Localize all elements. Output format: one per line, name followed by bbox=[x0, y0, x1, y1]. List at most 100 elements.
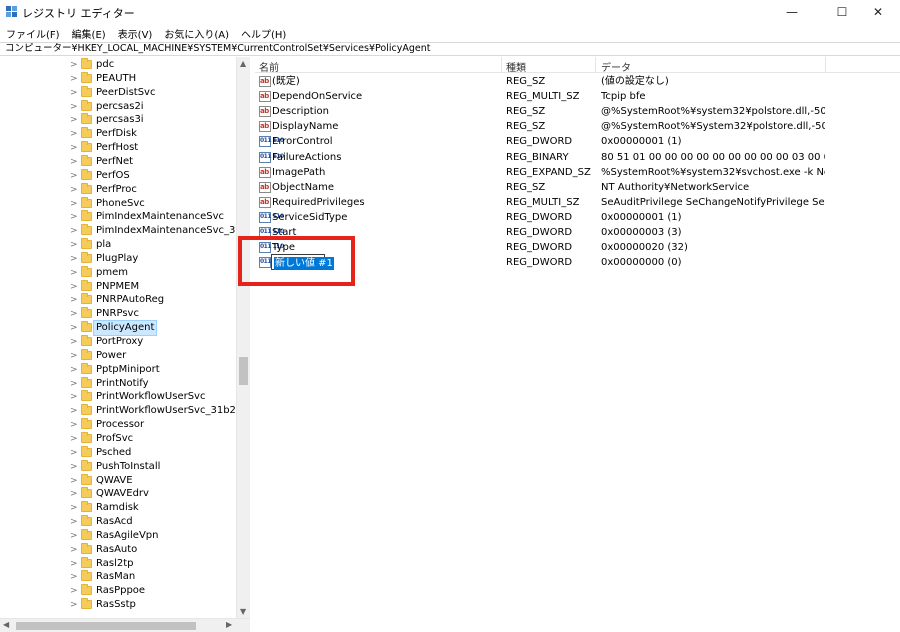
scroll-up-icon[interactable]: ▲ bbox=[240, 59, 246, 68]
chevron-right-icon[interactable]: > bbox=[70, 515, 78, 529]
value-row[interactable]: ab Description REG_SZ @%SystemRoot%¥system3… bbox=[255, 104, 900, 119]
tree-item[interactable]: > RasSstp bbox=[0, 598, 236, 612]
value-row[interactable]: ab RequiredPrivileges REG_MULTI_SZ SeAuditP… bbox=[255, 195, 900, 210]
column-divider[interactable] bbox=[595, 57, 596, 73]
tree-item[interactable]: > RasAuto bbox=[0, 542, 236, 557]
chevron-right-icon[interactable]: > bbox=[70, 280, 78, 294]
tree-item[interactable]: > PimIndexMaintenanceSvc_31b2b bbox=[0, 224, 249, 238]
chevron-right-icon[interactable]: > bbox=[70, 72, 78, 86]
tree-item[interactable]: > PrintNotify bbox=[0, 376, 236, 391]
tree-item[interactable]: > PeerDistSvc bbox=[0, 85, 236, 100]
tree-item[interactable]: > percsas3i bbox=[0, 113, 236, 127]
chevron-right-icon[interactable]: > bbox=[70, 169, 78, 183]
chevron-right-icon[interactable]: > bbox=[70, 487, 78, 501]
tree-item[interactable]: > QWAVE bbox=[0, 473, 236, 488]
scroll-right-icon[interactable]: ▶ bbox=[226, 620, 232, 629]
tree-item[interactable]: > PEAUTH bbox=[0, 71, 236, 86]
address-bar[interactable]: コンピューター¥HKEY_LOCAL_MACHINE¥SYSTEM¥Curren… bbox=[0, 42, 900, 56]
tree-item-selected[interactable]: > PolicyAgent bbox=[0, 320, 236, 337]
tree-item[interactable]: > RasMan bbox=[0, 570, 236, 584]
chevron-right-icon[interactable]: > bbox=[70, 307, 78, 321]
chevron-right-icon[interactable]: > bbox=[70, 349, 78, 363]
menu-favorites[interactable]: お気に入り(A) bbox=[164, 26, 229, 41]
chevron-right-icon[interactable]: > bbox=[70, 183, 78, 197]
tree-item[interactable]: > PortProxy bbox=[0, 335, 236, 349]
scroll-down-icon[interactable]: ▼ bbox=[240, 607, 246, 616]
chevron-right-icon[interactable]: > bbox=[70, 543, 78, 557]
tree-item[interactable]: > PrintWorkflowUserSvc bbox=[0, 390, 236, 404]
tree-item[interactable]: > PerfHost bbox=[0, 141, 236, 155]
tree-item[interactable]: > pla bbox=[0, 238, 236, 252]
column-divider[interactable] bbox=[501, 57, 502, 73]
chevron-right-icon[interactable]: > bbox=[70, 224, 78, 238]
chevron-right-icon[interactable]: > bbox=[70, 529, 78, 543]
value-row[interactable]: ab DependOnService REG_MULTI_SZ Tcpip bfe bbox=[255, 89, 900, 104]
tree-horizontal-scrollbar[interactable]: ◀ ▶ bbox=[0, 618, 250, 632]
chevron-right-icon[interactable]: > bbox=[70, 377, 78, 391]
column-divider[interactable] bbox=[825, 57, 826, 73]
tree-item[interactable]: > PimIndexMaintenanceSvc bbox=[0, 210, 236, 224]
chevron-right-icon[interactable]: > bbox=[70, 404, 78, 418]
chevron-right-icon[interactable]: > bbox=[70, 141, 78, 155]
minimize-button[interactable]: — bbox=[770, 0, 814, 24]
tree-item[interactable]: > Power bbox=[0, 348, 236, 363]
tree-item[interactable]: > Processor bbox=[0, 418, 236, 432]
chevron-right-icon[interactable]: > bbox=[70, 598, 78, 612]
tree-item[interactable]: > pmem bbox=[0, 265, 236, 280]
tree-item[interactable]: > PrintWorkflowUserSvc_31b2b bbox=[0, 404, 242, 418]
scroll-thumb[interactable] bbox=[239, 357, 248, 385]
chevron-right-icon[interactable]: > bbox=[70, 113, 78, 127]
tree-item[interactable]: > PNRPsvc bbox=[0, 307, 236, 321]
chevron-right-icon[interactable]: > bbox=[70, 58, 78, 72]
column-type[interactable]: 種類 bbox=[506, 59, 526, 74]
tree-item[interactable]: > PptpMiniport bbox=[0, 362, 236, 377]
chevron-right-icon[interactable]: > bbox=[70, 363, 78, 377]
value-row[interactable]: 011 110 ErrorControl REG_DWORD 0x00000001 (… bbox=[255, 134, 900, 149]
chevron-right-icon[interactable]: > bbox=[70, 252, 78, 266]
chevron-right-icon[interactable]: > bbox=[70, 321, 78, 335]
chevron-right-icon[interactable]: > bbox=[70, 293, 78, 307]
tree-item[interactable]: > PerfDisk bbox=[0, 127, 236, 141]
column-name[interactable]: 名前 bbox=[259, 59, 279, 74]
chevron-right-icon[interactable]: > bbox=[70, 584, 78, 598]
value-row[interactable]: 011 110 ServiceSidType REG_DWORD 0x00000001… bbox=[255, 210, 900, 225]
value-row[interactable]: ab DisplayName REG_SZ @%SystemRoot%¥System3… bbox=[255, 119, 900, 134]
close-button[interactable]: ✕ bbox=[856, 0, 900, 24]
chevron-right-icon[interactable]: > bbox=[70, 390, 78, 404]
chevron-right-icon[interactable]: > bbox=[70, 501, 78, 515]
tree-item[interactable]: > percsas2i bbox=[0, 99, 236, 114]
tree-item[interactable]: > Ramdisk bbox=[0, 501, 236, 515]
tree-item[interactable]: > RasPppoe bbox=[0, 584, 236, 598]
chevron-right-icon[interactable]: > bbox=[70, 210, 78, 224]
chevron-right-icon[interactable]: > bbox=[70, 474, 78, 488]
tree-item[interactable]: > PlugPlay bbox=[0, 251, 236, 266]
tree-item[interactable]: > PerfOS bbox=[0, 168, 236, 183]
value-row[interactable]: ab ImagePath REG_EXPAND_SZ %SystemRoot%¥sys… bbox=[255, 165, 900, 180]
tree-item[interactable]: > PhoneSvc bbox=[0, 196, 236, 211]
tree-item[interactable]: > PerfNet bbox=[0, 154, 236, 169]
tree-item[interactable]: > QWAVEdrv bbox=[0, 487, 236, 501]
tree-item[interactable]: > Rasl2tp bbox=[0, 556, 236, 571]
column-data[interactable]: データ bbox=[601, 59, 631, 74]
chevron-right-icon[interactable]: > bbox=[70, 100, 78, 114]
menu-edit[interactable]: 編集(E) bbox=[72, 26, 106, 41]
chevron-right-icon[interactable]: > bbox=[70, 418, 78, 432]
scroll-left-icon[interactable]: ◀ bbox=[3, 620, 9, 629]
tree-item[interactable]: > pdc bbox=[0, 58, 236, 72]
tree-item[interactable]: > RasAcd bbox=[0, 515, 236, 529]
chevron-right-icon[interactable]: > bbox=[70, 460, 78, 474]
chevron-right-icon[interactable]: > bbox=[70, 557, 78, 571]
chevron-right-icon[interactable]: > bbox=[70, 238, 78, 252]
chevron-right-icon[interactable]: > bbox=[70, 570, 78, 584]
chevron-right-icon[interactable]: > bbox=[70, 446, 78, 460]
chevron-right-icon[interactable]: > bbox=[70, 86, 78, 100]
chevron-right-icon[interactable]: > bbox=[70, 266, 78, 280]
tree-item[interactable]: > PushToInstall bbox=[0, 459, 236, 474]
tree-item[interactable]: > Psched bbox=[0, 445, 236, 460]
chevron-right-icon[interactable]: > bbox=[70, 197, 78, 211]
chevron-right-icon[interactable]: > bbox=[70, 432, 78, 446]
tree-vertical-scrollbar[interactable]: ▲ ▼ bbox=[236, 57, 250, 618]
menu-help[interactable]: ヘルプ(H) bbox=[241, 26, 286, 41]
chevron-right-icon[interactable]: > bbox=[70, 155, 78, 169]
tree-item[interactable]: > RasAgileVpn bbox=[0, 528, 236, 543]
